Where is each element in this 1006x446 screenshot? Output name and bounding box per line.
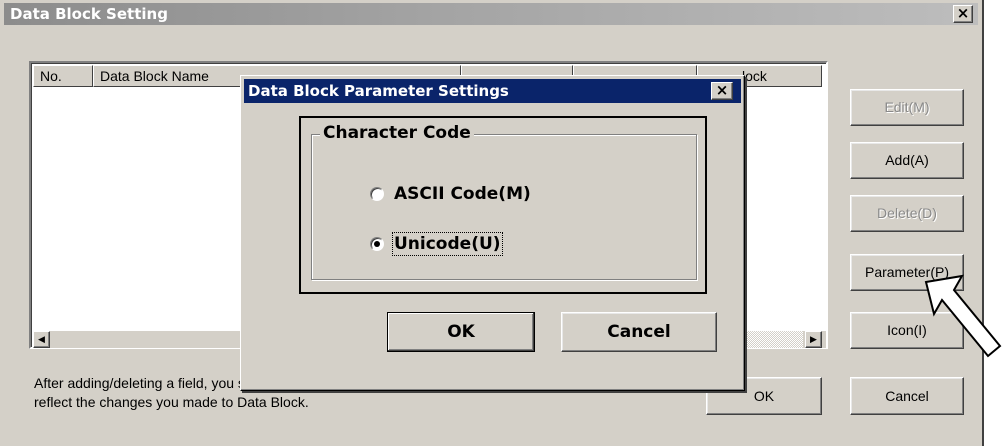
delete-button[interactable]: Delete(D) xyxy=(850,195,964,232)
add-button[interactable]: Add(A) xyxy=(850,142,964,179)
group-label: Character Code xyxy=(320,123,474,143)
scroll-right-icon: ▶ xyxy=(810,334,817,344)
column-header-no[interactable]: No. xyxy=(33,65,93,87)
window-title: Data Block Setting xyxy=(10,5,168,23)
radio-selected-dot xyxy=(374,241,380,247)
radio-ascii-label: ASCII Code(M) xyxy=(394,184,531,204)
character-code-groupbox: Character Code ASCII Code(M) Unicode(U) xyxy=(311,123,697,280)
cancel-button[interactable]: Cancel xyxy=(850,377,964,415)
scroll-right-button[interactable]: ▶ xyxy=(805,331,822,348)
dialog-close-button[interactable]: × xyxy=(711,82,733,100)
arrow-icon xyxy=(924,274,1002,358)
radio-unicode-circle[interactable] xyxy=(370,237,384,251)
scroll-left-button[interactable]: ◀ xyxy=(33,331,50,348)
window-close-button[interactable]: × xyxy=(953,5,973,23)
character-code-frame: Character Code ASCII Code(M) Unicode(U) xyxy=(299,116,707,294)
radio-ascii-code[interactable]: ASCII Code(M) xyxy=(370,183,610,205)
scroll-left-icon: ◀ xyxy=(38,334,45,344)
dialog-title: Data Block Parameter Settings xyxy=(248,82,509,100)
dialog-title-bar: Data Block Parameter Settings × xyxy=(244,79,741,103)
window-title-bar: Data Block Setting xyxy=(4,3,978,25)
radio-unicode[interactable]: Unicode(U) xyxy=(370,232,610,256)
close-icon: × xyxy=(715,81,729,99)
dialog-ok-button[interactable]: OK xyxy=(387,312,535,352)
radio-ascii-circle[interactable] xyxy=(370,187,384,201)
dialog-cancel-button[interactable]: Cancel xyxy=(561,312,717,352)
parameter-settings-dialog: Data Block Parameter Settings × Characte… xyxy=(240,75,745,391)
close-icon: × xyxy=(956,4,970,22)
edit-button[interactable]: Edit(M) xyxy=(850,89,964,126)
radio-unicode-label: Unicode(U) xyxy=(392,232,503,256)
